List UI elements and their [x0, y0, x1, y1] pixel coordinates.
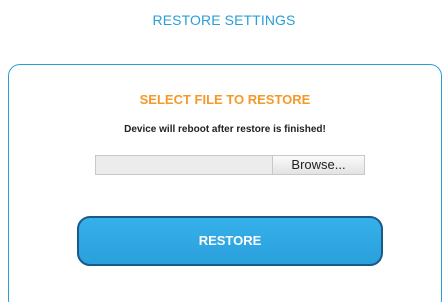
reboot-warning: Device will reboot after restore is fini…	[124, 124, 326, 135]
restore-card: SELECT FILE TO RESTORE Device will reboo…	[8, 64, 442, 302]
restore-settings-page: RESTORE SETTINGS SELECT FILE TO RESTORE …	[0, 0, 448, 302]
file-path-field[interactable]	[96, 156, 272, 174]
restore-button[interactable]: RESTORE	[77, 216, 383, 266]
file-input[interactable]: Browse...	[95, 155, 365, 175]
browse-button[interactable]: Browse...	[272, 156, 364, 174]
page-title: RESTORE SETTINGS	[152, 12, 296, 28]
card-title: SELECT FILE TO RESTORE	[139, 92, 311, 107]
